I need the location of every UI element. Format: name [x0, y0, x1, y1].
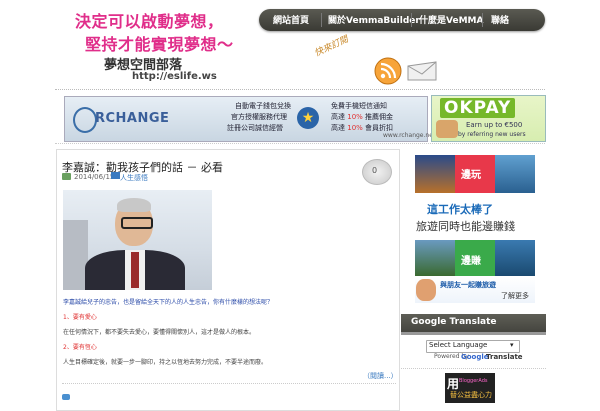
rchange-logo-icon [73, 107, 97, 133]
site-url[interactable]: http://eslife.ws [132, 71, 217, 82]
ad-learn-more[interactable]: 了解更多 [501, 291, 529, 301]
ad-photo-mountain [415, 240, 455, 276]
post-footer-divider [62, 383, 396, 384]
ad-headline-2: 旅遊同時也能邊賺錢 [416, 220, 515, 233]
header-slogan-line2: 堅持才能實現夢想～ [85, 35, 234, 54]
post-paragraph-1: 在任何情況下，都不要失去愛心，要懂得關懷別人，這才是做人的根本。 [63, 329, 256, 336]
nav-divider [321, 13, 322, 27]
nav-item-about[interactable]: 關於VemmaBuilder [328, 13, 420, 26]
ad-photo-sea [495, 155, 535, 193]
header-slogan-line1: 決定可以啟動夢想， [75, 12, 224, 31]
post-date: 2014/06/15 [74, 173, 115, 181]
bloggerads-tagline: 替公益盡心力 [450, 391, 492, 399]
ad-people-icon [416, 279, 436, 301]
nav-item-contact[interactable]: 聯絡 [491, 13, 509, 26]
highlight-percent: 10% [347, 113, 363, 121]
folder-icon [111, 172, 120, 179]
photo-tie [131, 252, 139, 288]
okpay-line2: by referring new users [458, 131, 526, 138]
ad-footer-line1: 與朋友一起賺旅遊 [440, 281, 496, 289]
nav-item-vemma[interactable]: 什麼是VeMMA [419, 13, 483, 26]
rchange-left-line2: 官方授權服務代理 [231, 113, 287, 121]
ad-earn-label: 邊賺 [461, 256, 481, 267]
rchange-left-line3: 註冊公司誠信經營 [227, 124, 283, 132]
ad-headline-1: 這工作太棒了 [427, 203, 493, 216]
photo-glasses [121, 217, 153, 229]
rchange-site: www.rchange.net [383, 132, 436, 139]
ad-photo-night [415, 155, 455, 193]
bloggerads-logo: BloggerAds [459, 378, 488, 384]
post-item-1: 1、要有愛心 [63, 314, 97, 321]
nav-item-home[interactable]: 網站首頁 [273, 13, 309, 26]
rchange-left-line1: 自動電子錢包兌換 [235, 102, 291, 110]
ad-photo-city [495, 240, 535, 276]
rchange-right-line2: 高達 10% 推薦佣金 [331, 113, 394, 121]
read-more-link[interactable]: （閱讀...） [363, 371, 398, 381]
google-logo[interactable]: Google [461, 353, 489, 361]
next-post-icon [62, 394, 70, 400]
nav-divider [411, 13, 412, 27]
rss-icon[interactable] [374, 57, 402, 85]
google-translate-title: Google Translate [411, 317, 497, 327]
translate-label: Translate [486, 353, 523, 361]
sidebar-divider [401, 368, 546, 369]
chevron-down-icon: ▾ [510, 341, 514, 349]
highlight-percent: 10% [347, 124, 363, 132]
hand-icon [436, 120, 458, 138]
rchange-right-line1: 免費手機短信通知 [331, 102, 387, 110]
banner-divider [55, 143, 545, 144]
photo-hair [117, 198, 151, 212]
nav-divider [482, 13, 483, 27]
post-photo [63, 190, 212, 290]
star-icon: ★ [297, 107, 319, 129]
okpay-banner[interactable]: OKPAY Earn up to €500 by referring new u… [431, 95, 546, 142]
language-select-value: Select Language [429, 341, 488, 349]
post-category[interactable]: 人生感悟 [120, 173, 148, 183]
post-item-2: 2、要有恆心 [63, 344, 97, 351]
okpay-logo: OKPAY [440, 98, 516, 118]
ad-play-label: 邊玩 [461, 170, 481, 181]
mail-icon[interactable] [406, 60, 438, 82]
post-paragraph-intro: 李嘉誠給兒子的忠告，也是留給全天下的人的人生忠告，你有什麼樣的想法呢？ [63, 299, 274, 306]
comment-count[interactable]: 0 [372, 166, 377, 175]
main-nav: 網站首頁 關於VemmaBuilder 什麼是VeMMA 聯絡 [259, 9, 545, 31]
rchange-banner[interactable]: RCHANGE 自動電子錢包兌換 官方授權服務代理 註冊公司誠信經營 ★ 免費手… [64, 96, 435, 142]
calendar-icon [62, 173, 71, 180]
header-divider [55, 89, 545, 90]
okpay-line1: Earn up to €500 [466, 121, 523, 129]
post-paragraph-2: 人生目標確定後，就要一步一腳印，持之以恆地去努力完成，不要半途而廢。 [63, 359, 268, 366]
rchange-logo: RCHANGE [95, 111, 170, 126]
